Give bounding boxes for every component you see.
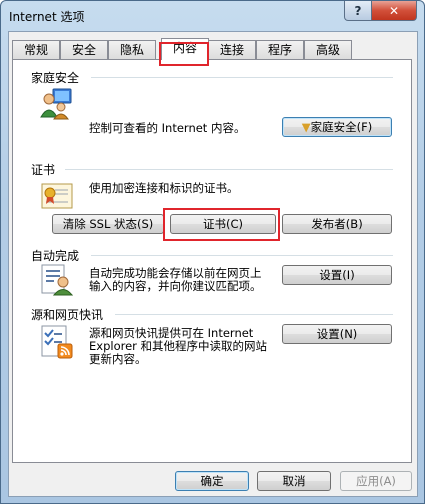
autocomplete-description-line-1: 自动完成功能会存储以前在网页上	[89, 266, 262, 280]
feeds-description-line-1: 源和网页快讯提供可在 Internet	[89, 326, 254, 340]
ok-button[interactable]: 确定	[175, 471, 249, 491]
content-tab-panel: 家庭安全 控制可查看的 Internet 内容。 ▼家庭安全(F) 证书 使用加…	[12, 59, 412, 463]
internet-options-window: Internet 选项 ? ✕ 常规 安全 隐私 内容 连接 程序 高级 家庭安…	[0, 0, 425, 504]
autocomplete-settings-button[interactable]: 设置(I)	[282, 265, 392, 285]
section-divider	[91, 77, 393, 78]
family-safety-button[interactable]: ▼家庭安全(F)	[282, 117, 392, 137]
autocomplete-title: 自动完成	[31, 249, 80, 263]
section-divider	[91, 255, 393, 256]
certificates-description: 使用加密连接和标识的证书。	[89, 181, 239, 195]
feeds-description-line-3: 更新内容。	[89, 352, 147, 366]
certificate-icon	[41, 183, 73, 209]
family-safety-description: 控制可查看的 Internet 内容。	[89, 121, 246, 135]
feeds-description-line-2: Explorer 和其他程序中读取的网站	[89, 339, 268, 353]
window-title: Internet 选项	[9, 10, 85, 24]
tab-advanced[interactable]: 高级	[304, 40, 352, 59]
family-safety-icon	[40, 88, 72, 120]
tab-privacy[interactable]: 隐私	[108, 40, 156, 59]
family-safety-button-label: 家庭安全(F)	[310, 120, 373, 134]
title-bar[interactable]: Internet 选项 ? ✕	[1, 1, 424, 31]
shield-icon: ▼	[301, 120, 311, 134]
feeds-icon	[41, 325, 73, 359]
section-divider	[115, 314, 393, 315]
feeds-settings-button[interactable]: 设置(N)	[282, 324, 392, 344]
clear-ssl-state-button[interactable]: 清除 SSL 状态(S)	[52, 214, 164, 234]
autocomplete-icon	[41, 264, 73, 296]
cancel-button[interactable]: 取消	[257, 471, 331, 491]
certificates-button-highlight	[163, 208, 280, 241]
certificates-title: 证书	[31, 163, 56, 177]
section-divider	[65, 169, 393, 170]
tab-security[interactable]: 安全	[60, 40, 108, 59]
tab-general[interactable]: 常规	[12, 40, 60, 59]
feeds-title: 源和网页快讯	[31, 308, 104, 322]
apply-button[interactable]: 应用(A)	[340, 471, 412, 491]
tab-programs[interactable]: 程序	[256, 40, 304, 59]
publishers-button[interactable]: 发布者(B)	[282, 214, 392, 234]
dialog-client-area: 常规 安全 隐私 内容 连接 程序 高级 家庭安全 控制可查看的 Interne…	[8, 31, 418, 497]
autocomplete-description-line-2: 输入的内容，并向你建议匹配项。	[89, 279, 262, 293]
close-button[interactable]: ✕	[371, 1, 417, 21]
content-tab-highlight	[159, 42, 209, 66]
help-button[interactable]: ?	[344, 1, 372, 21]
family-safety-title: 家庭安全	[31, 71, 80, 85]
tab-connections[interactable]: 连接	[208, 40, 256, 59]
